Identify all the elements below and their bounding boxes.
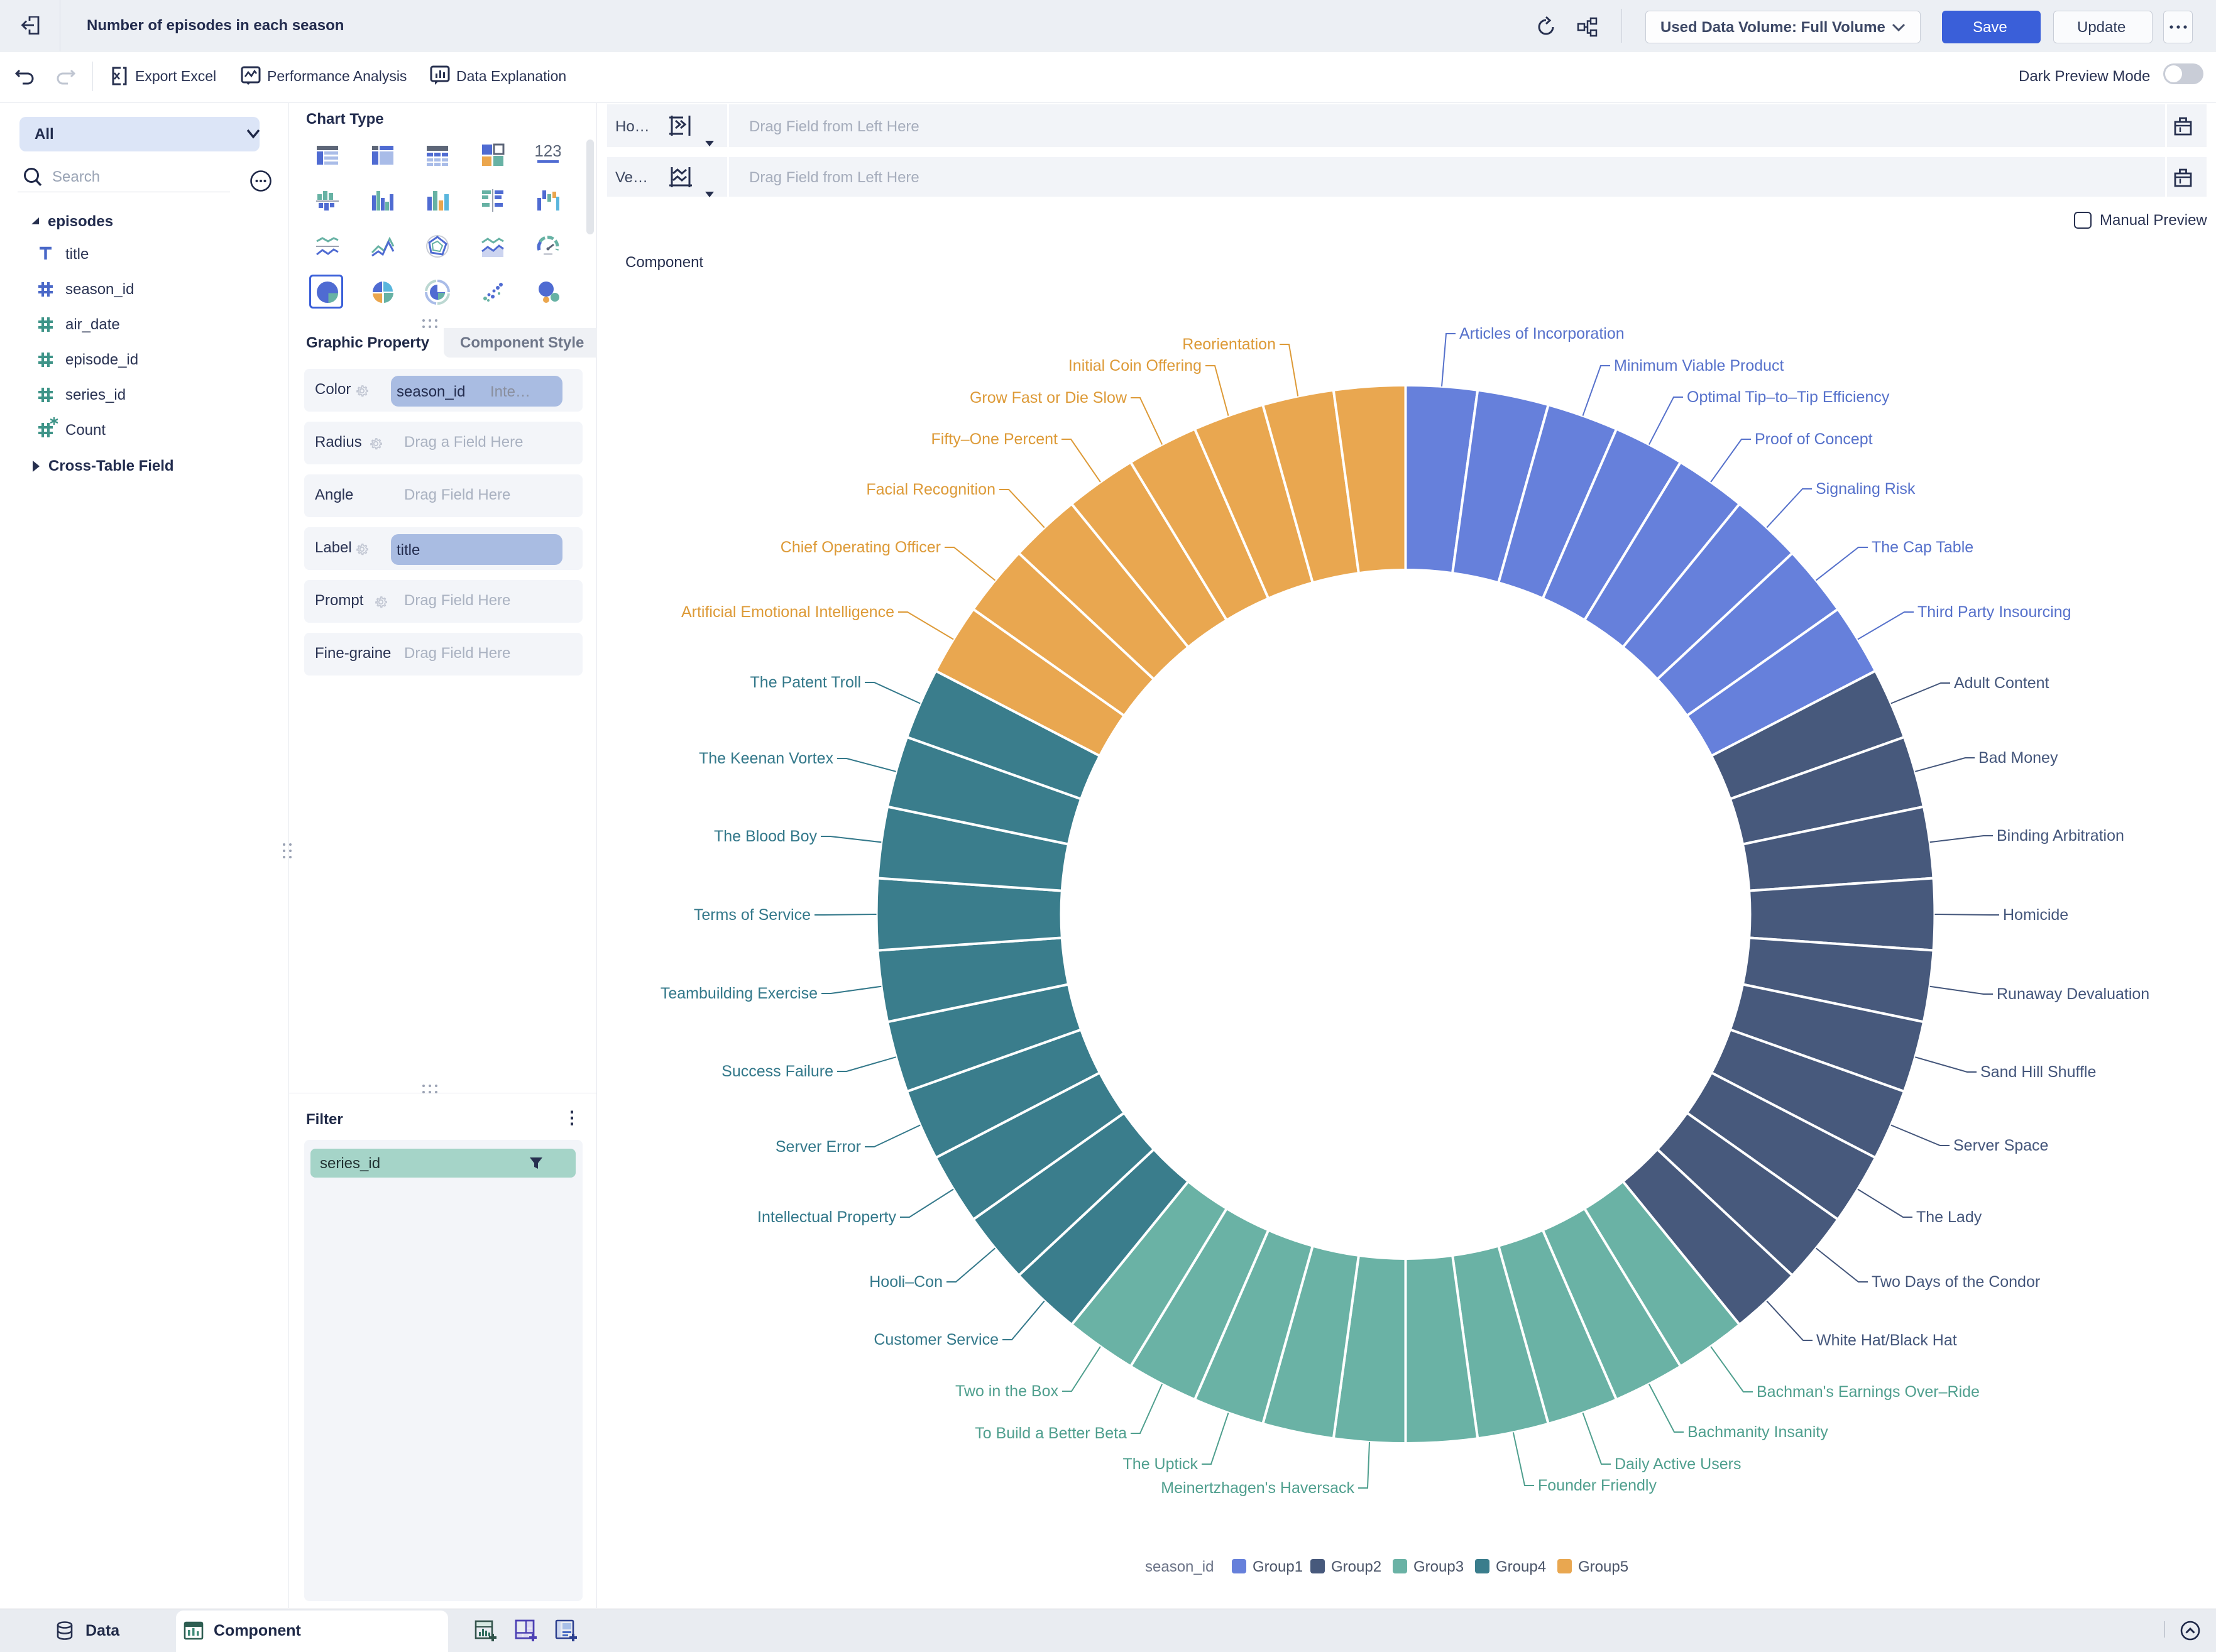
svg-text:Two in the Box: Two in the Box [955, 1382, 1058, 1400]
svg-text:Minimum Viable Product: Minimum Viable Product [1614, 357, 1784, 375]
svg-text:Optimal Tip–to–Tip Efficiency: Optimal Tip–to–Tip Efficiency [1687, 388, 1890, 406]
svg-text:Customer Service: Customer Service [874, 1331, 999, 1348]
svg-text:White Hat/Black Hat: White Hat/Black Hat [1816, 1332, 1957, 1349]
svg-text:Third Party Insourcing: Third Party Insourcing [1917, 603, 2071, 621]
svg-text:The Lady: The Lady [1916, 1208, 1982, 1226]
svg-text:Homicide: Homicide [2003, 906, 2068, 924]
svg-text:Chief Operating Officer: Chief Operating Officer [781, 539, 941, 556]
svg-text:Founder Friendly: Founder Friendly [1538, 1477, 1657, 1494]
svg-text:Daily Active Users: Daily Active Users [1615, 1455, 1741, 1473]
svg-text:Fifty–One Percent: Fifty–One Percent [931, 430, 1058, 448]
svg-text:Facial Recognition: Facial Recognition [866, 481, 996, 498]
svg-text:Runaway Devaluation: Runaway Devaluation [1997, 985, 2149, 1003]
svg-text:Grow Fast or Die Slow: Grow Fast or Die Slow [970, 389, 1127, 407]
svg-text:The Keenan Vortex: The Keenan Vortex [699, 750, 834, 767]
svg-text:The Cap Table: The Cap Table [1872, 539, 1973, 556]
svg-text:Meinertzhagen's Haversack: Meinertzhagen's Haversack [1161, 1479, 1354, 1497]
svg-text:Signaling Risk: Signaling Risk [1816, 480, 1916, 498]
svg-text:Artificial Emotional Intellige: Artificial Emotional Intelligence [681, 603, 894, 621]
svg-text:Initial Coin Offering: Initial Coin Offering [1068, 357, 1202, 375]
svg-text:Proof of Concept: Proof of Concept [1755, 430, 1873, 448]
svg-text:Two Days of the Condor: Two Days of the Condor [1872, 1273, 2040, 1291]
svg-text:To Build a Better Beta: To Build a Better Beta [975, 1425, 1127, 1442]
svg-text:Binding Arbitration: Binding Arbitration [1997, 827, 2124, 845]
svg-text:Bachman's Earnings Over–Ride: Bachman's Earnings Over–Ride [1757, 1383, 1980, 1401]
svg-text:Hooli–Con: Hooli–Con [869, 1273, 943, 1291]
svg-text:Terms of Service: Terms of Service [694, 906, 811, 924]
svg-text:Reorientation: Reorientation [1182, 336, 1276, 353]
svg-text:Server Space: Server Space [1953, 1137, 2048, 1154]
svg-text:Success Failure: Success Failure [721, 1063, 833, 1080]
svg-text:The Patent Troll: The Patent Troll [750, 674, 861, 691]
svg-text:Bachmanity Insanity: Bachmanity Insanity [1687, 1423, 1828, 1441]
svg-text:Adult Content: Adult Content [1954, 674, 2049, 692]
svg-text:Articles of Incorporation: Articles of Incorporation [1459, 325, 1625, 342]
svg-text:The Uptick: The Uptick [1123, 1455, 1199, 1473]
svg-text:Teambuilding Exercise: Teambuilding Exercise [661, 985, 818, 1002]
svg-text:Sand Hill Shuffle: Sand Hill Shuffle [1980, 1063, 2096, 1081]
svg-text:Bad Money: Bad Money [1978, 749, 2058, 767]
svg-text:Server Error: Server Error [776, 1138, 861, 1156]
svg-text:Intellectual Property: Intellectual Property [757, 1208, 896, 1226]
svg-text:The Blood Boy: The Blood Boy [714, 828, 817, 845]
